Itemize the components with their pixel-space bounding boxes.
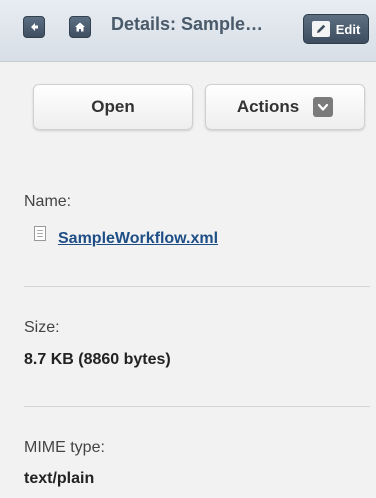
home-icon — [75, 22, 85, 32]
actions-button[interactable]: Actions — [205, 84, 365, 130]
header-bar: Details: Sample… Edit — [0, 0, 376, 62]
pencil-icon — [311, 21, 330, 37]
back-button[interactable] — [23, 16, 45, 38]
edit-button[interactable]: Edit — [303, 14, 369, 44]
back-icon — [31, 23, 38, 31]
chevron-down-icon — [313, 97, 334, 117]
name-label: Name: — [24, 193, 72, 210]
actions-label: Actions — [236, 97, 300, 116]
divider — [24, 286, 370, 287]
mime-type-value: text/plain — [24, 470, 95, 487]
mime-type-label: MIME type: — [24, 439, 105, 456]
open-button[interactable]: Open — [33, 84, 193, 130]
edit-label: Edit — [335, 21, 361, 37]
divider — [24, 406, 370, 407]
page-title: Details: Sample… — [111, 14, 264, 34]
size-value: 8.7 KB (8860 bytes) — [24, 351, 171, 368]
file-name-link[interactable]: SampleWorkflow.xml — [58, 230, 218, 248]
open-label: Open — [91, 97, 135, 116]
home-button[interactable] — [69, 16, 91, 38]
size-label: Size: — [24, 319, 60, 336]
file-icon — [34, 226, 46, 241]
